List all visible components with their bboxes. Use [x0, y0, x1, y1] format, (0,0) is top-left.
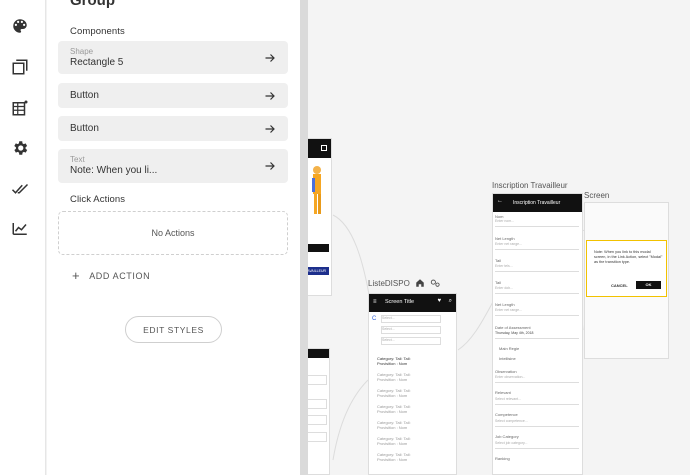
components-label: Components: [70, 26, 125, 37]
component-name: Note: When you li...: [70, 165, 158, 176]
field-label: Job Category: [495, 434, 519, 439]
arrow-right-icon: [265, 125, 275, 133]
component-type-label: Shape: [70, 47, 94, 56]
search-icon: ⌕: [448, 298, 452, 304]
panel-resize-handle[interactable]: [300, 0, 308, 475]
text-field[interactable]: Enter net range...: [495, 308, 579, 316]
add-action-label: ADD ACTION: [89, 270, 151, 281]
frame-field: [308, 432, 327, 442]
arrow-right-icon: [265, 92, 275, 100]
screen-frame-left-bottom[interactable]: [308, 348, 330, 475]
no-actions-text: No Actions: [151, 228, 195, 238]
frame-header: ← Inscription Travailleur: [493, 194, 582, 212]
list-item-line2: Provisition : Nom: [377, 441, 408, 446]
component-item-text[interactable]: Text Note: When you li...: [58, 149, 288, 183]
frame-header: [308, 349, 329, 358]
modal-cancel-button[interactable]: CANCEL: [611, 283, 628, 288]
frame-header: ≡ Screen Title ♥ ⌕: [369, 294, 456, 312]
screen-frame-listedispo[interactable]: ≡ Screen Title ♥ ⌕ C Select... Select...…: [368, 293, 457, 475]
list-item-line2: Provisition : Nom: [377, 393, 408, 398]
list-item-line2: Provisition : Nom: [377, 457, 408, 462]
component-name: Rectangle 5: [70, 57, 124, 68]
properties-panel: Group Components Shape Rectangle 5 Butto…: [47, 0, 300, 475]
frame-label-inscription: Inscription Travailleur: [492, 181, 568, 190]
menu-icon: ≡: [373, 299, 377, 305]
frame-field: [308, 415, 327, 425]
list-item-line2: Provisition : Nom: [377, 425, 408, 430]
checks-icon[interactable]: [11, 180, 29, 198]
radio-option[interactable]: Main Regie: [499, 346, 519, 351]
frame-header-title: Inscription Travailleur: [513, 200, 561, 206]
component-item-rectangle[interactable]: Shape Rectangle 5: [58, 41, 288, 74]
edit-styles-label: EDIT STYLES: [143, 324, 204, 335]
field-label: Date of Assessment: [495, 325, 531, 330]
field-label: Tail: [495, 280, 502, 285]
field-label: Observation: [495, 369, 517, 374]
edit-styles-button[interactable]: EDIT STYLES: [125, 316, 222, 343]
screen-frame-left-top[interactable]: TRAVAILLEUR: [308, 138, 332, 296]
list-item-line2: Provisition : Nom: [377, 409, 408, 414]
field-label: Competence: [495, 412, 518, 417]
field-label: Ranking: [495, 456, 510, 461]
settings-icon[interactable]: [11, 139, 29, 157]
frame-label-screen: Screen: [584, 191, 610, 200]
component-item-button[interactable]: Button: [58, 116, 288, 141]
modal-dialog: Note: When you link to this modal screen…: [586, 240, 667, 297]
list-item-line2: Provisition : Nom: [377, 377, 408, 382]
no-actions-dropzone: No Actions: [58, 211, 288, 255]
frame-field: [308, 375, 327, 385]
frame-button-travailleur: TRAVAILLEUR: [308, 267, 329, 275]
text-field[interactable]: Enter nom...: [495, 219, 579, 227]
screen-frame-inscription[interactable]: ← Inscription Travailleur Nom Enter nom.…: [492, 193, 583, 475]
data-table-icon[interactable]: [11, 99, 29, 117]
component-name: Button: [70, 90, 99, 101]
heart-icon: ♥: [437, 298, 441, 304]
plus-icon: +: [72, 268, 81, 283]
modal-ok-button[interactable]: OK: [636, 281, 661, 289]
component-name: Button: [70, 123, 99, 134]
frame-header-title: Screen Title: [385, 299, 415, 305]
back-arrow-icon: ←: [497, 198, 503, 204]
field-label: Tail: [495, 258, 502, 263]
frame-field: [308, 399, 327, 409]
arrow-right-icon: [265, 162, 275, 170]
modal-text: Note: When you link to this modal screen…: [594, 250, 663, 264]
layers-icon[interactable]: [11, 58, 29, 76]
select-field[interactable]: Select...: [381, 337, 441, 345]
select-field[interactable]: Select...: [381, 315, 441, 323]
select-field[interactable]: Select...: [381, 326, 441, 334]
home-icon[interactable]: [415, 278, 425, 288]
click-actions-label: Click Actions: [70, 194, 126, 205]
screen-frame-modal[interactable]: Note: When you link to this modal screen…: [584, 202, 669, 359]
radio-option[interactable]: Intellisine: [499, 356, 516, 361]
analytics-icon[interactable]: [11, 220, 29, 238]
select-field[interactable]: Select relevant...: [495, 397, 579, 405]
text-field[interactable]: Enter net range...: [495, 242, 579, 250]
share-icon: [321, 145, 327, 151]
frame-label-listedispo: ListeDISPO: [368, 279, 410, 288]
arrow-right-icon: [265, 54, 275, 62]
left-toolbar: [0, 0, 46, 475]
text-field[interactable]: Enter dob...: [495, 286, 579, 294]
select-field[interactable]: Select job category...: [495, 441, 579, 449]
component-item-button[interactable]: Button: [58, 83, 288, 108]
list-item-line2: Provisition : Nom: [377, 361, 408, 366]
panel-title: Group: [70, 0, 115, 9]
field-label: Net Length: [495, 236, 515, 241]
settings-link-icon[interactable]: [429, 278, 441, 288]
select-field[interactable]: Select competence...: [495, 419, 579, 427]
text-field[interactable]: Enter observation...: [495, 375, 579, 383]
text-field[interactable]: Enter tels...: [495, 264, 579, 272]
worker-illustration: [312, 166, 321, 214]
frame-button-black: [308, 244, 329, 252]
field-label: Relevant: [495, 390, 511, 395]
date-field[interactable]: Thursday, May 4th, 2018: [495, 331, 579, 339]
add-action-button[interactable]: + ADD ACTION: [72, 268, 150, 283]
palette-icon[interactable]: [11, 17, 29, 35]
design-canvas[interactable]: TRAVAILLEUR ListeDISPO ≡ Screen Title ♥ …: [308, 0, 690, 475]
brand-logo-icon: C: [372, 316, 377, 322]
field-label: Net Length: [495, 302, 515, 307]
frame-header: [308, 139, 331, 158]
component-type-label: Text: [70, 155, 85, 164]
